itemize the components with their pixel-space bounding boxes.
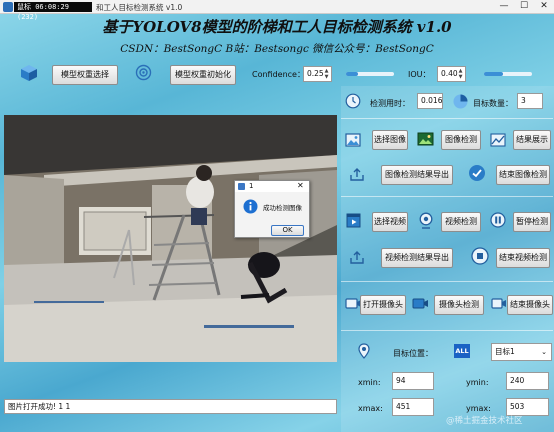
export-icon (350, 251, 364, 264)
close-window-button[interactable]: ✕ (534, 0, 554, 14)
export-image-results-button[interactable]: 图像检测结果导出 (381, 165, 453, 185)
spin-arrows-icon[interactable]: ▲ ▼ (457, 68, 464, 80)
image-detect-icon (417, 132, 434, 146)
page-subtitle: CSDN：BestSongC B站：Bestsongc 微信公众号：BestSo… (120, 43, 434, 55)
stop-icon (471, 247, 489, 265)
location-pin-icon (358, 343, 370, 359)
app-icon (3, 2, 13, 12)
maximize-button[interactable]: ☐ (514, 0, 534, 14)
iou-slider[interactable] (484, 72, 532, 76)
all-badge-icon: ALL (454, 344, 470, 358)
camera-off-icon (491, 298, 506, 309)
stop-video-detect-button[interactable]: 结束视频检测 (496, 248, 550, 268)
line-chart-icon (490, 133, 506, 147)
pause-detect-button[interactable]: 暂停检测 (513, 212, 551, 232)
clock-icon (345, 93, 361, 109)
model-weight-init-button[interactable]: 模型权重初始化 (170, 65, 236, 85)
image-detect-button[interactable]: 图像检测 (441, 130, 481, 150)
dialog-message: 成功检测图像 (263, 204, 302, 212)
dialog-close-button[interactable]: ✕ (297, 181, 304, 190)
image-icon (345, 133, 361, 147)
image-display (4, 115, 337, 362)
divider (341, 196, 553, 197)
confidence-value: 0.25 (307, 69, 324, 78)
dialog-app-icon (238, 183, 245, 190)
xmin-label: xmin: (358, 378, 381, 387)
ymin-field: 240 (506, 372, 549, 390)
target-position-label: 目标位置： (393, 349, 433, 358)
info-icon (243, 199, 258, 214)
video-detect-button[interactable]: 视频检测 (441, 212, 481, 232)
iou-label: IOU： (408, 70, 431, 79)
pause-icon (490, 212, 506, 228)
pie-chart-icon (453, 94, 468, 109)
video-file-icon (346, 213, 361, 228)
iou-spinbox[interactable]: 0.40 ▲ ▼ (437, 66, 466, 82)
xmax-field: 451 (392, 398, 434, 416)
webcam-icon (419, 212, 433, 229)
xmax-label: xmax: (358, 404, 383, 413)
confidence-slider[interactable] (346, 72, 394, 76)
target-count-field: 3 (517, 93, 543, 109)
window-title: 和工人目标检测系统 v1.0 (96, 3, 183, 12)
dialog-title: 1 (249, 182, 254, 190)
dialog-titlebar: 1 ✕ (235, 181, 309, 192)
check-icon (469, 165, 485, 181)
ymin-label: ymin: (466, 378, 489, 387)
iou-slider-fill (484, 72, 504, 76)
detect-time-field: 0.016 (417, 93, 443, 109)
watermark: @稀土掘金技术社区 (446, 416, 523, 426)
confidence-spinbox[interactable]: 0.25 ▲ ▼ (303, 66, 332, 82)
cube-icon (21, 65, 37, 81)
page-title: 基于YOLOV8模型的阶梯和工人目标检测系统 v1.0 (102, 18, 452, 36)
divider (341, 281, 553, 282)
model-weight-select-button[interactable]: 模型权重选择 (52, 65, 118, 85)
minimize-button[interactable]: — (494, 0, 514, 14)
export-video-results-button[interactable]: 视频检测结果导出 (381, 248, 453, 268)
divider (341, 118, 553, 119)
select-image-button[interactable]: 选择图像 (372, 130, 408, 150)
status-bar: 图片打开成功! 1 1 (4, 399, 337, 414)
ymax-label: ymax: (466, 404, 491, 413)
window-titlebar: 鼠标 06:08:29 (232) 和工人目标检测系统 v1.0 — ☐ ✕ (0, 0, 554, 21)
video-camera-icon (412, 298, 428, 309)
open-camera-button[interactable]: 打开摄像头 (360, 295, 406, 315)
iou-value: 0.40 (441, 69, 458, 78)
confidence-slider-fill (346, 72, 358, 76)
target-select-dropdown[interactable]: 目标1 ⌄ (491, 343, 552, 361)
target-count-label: 目标数量： (473, 99, 513, 108)
message-dialog: 1 ✕ 成功检测图像 OK (234, 180, 310, 238)
detect-time-label: 检测用时： (370, 99, 410, 108)
target-icon (135, 64, 152, 81)
dialog-ok-button[interactable]: OK (271, 225, 304, 236)
target-select-value: 目标1 (495, 347, 515, 356)
recording-stamp: 鼠标 06:08:29 (232) (14, 2, 92, 21)
stop-image-detect-button[interactable]: 结束图像检测 (496, 165, 550, 185)
chevron-down-icon: ⌄ (541, 348, 547, 356)
select-video-button[interactable]: 选择视频 (372, 212, 408, 232)
confidence-label: Confidence： (252, 70, 305, 79)
xmin-field: 94 (392, 372, 434, 390)
show-results-button[interactable]: 结果展示 (513, 130, 551, 150)
camera-detect-button[interactable]: 摄像头检测 (434, 295, 484, 315)
divider (341, 330, 553, 331)
export-icon (350, 168, 364, 181)
spin-arrows-icon[interactable]: ▲ ▼ (323, 68, 330, 80)
stop-camera-button[interactable]: 结束摄像头 (507, 295, 553, 315)
